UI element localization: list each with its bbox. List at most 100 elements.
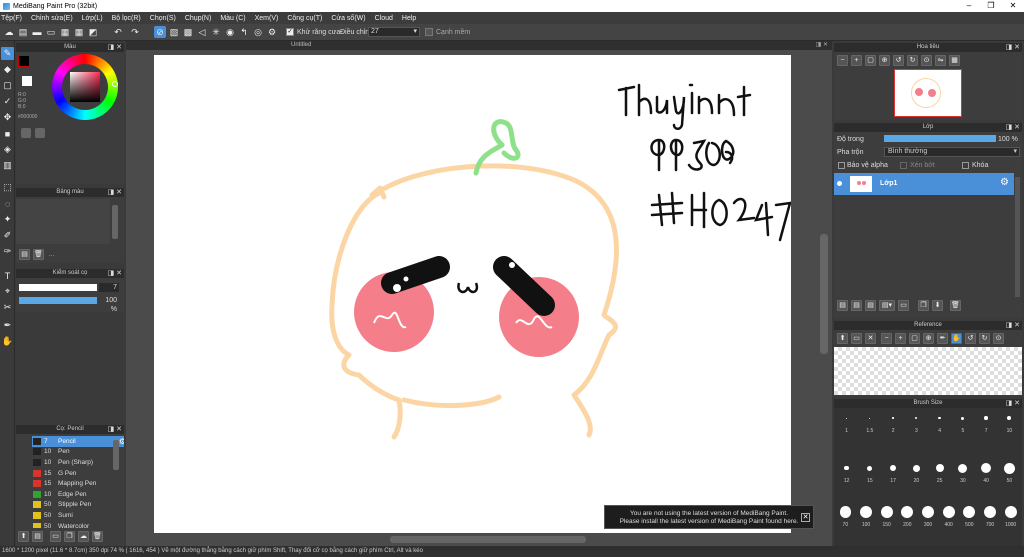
ref-hand-icon[interactable]: ✋	[951, 333, 962, 344]
brush-size-value[interactable]: 7	[99, 283, 119, 292]
nav-reset-icon[interactable]: ⊙	[921, 55, 932, 66]
cloud-icon[interactable]: ☁	[3, 26, 15, 38]
foreground-color-swatch[interactable]	[18, 55, 30, 67]
update-notice[interactable]: You are not using the latest version of …	[604, 505, 814, 529]
navigator-thumbnail[interactable]	[894, 69, 962, 117]
layer-row[interactable]: Lớp1 ⚙	[834, 173, 1014, 195]
brush-size-dot[interactable]	[846, 417, 848, 419]
merge-layer-icon[interactable]: ⬇	[932, 300, 943, 311]
brush-size-dot[interactable]	[1003, 462, 1015, 474]
brush-cloud-icon[interactable]: ☁	[78, 531, 89, 542]
drawing-canvas[interactable]	[154, 55, 792, 533]
brush-copy-icon[interactable]: ❐	[64, 531, 75, 542]
brush-list-item[interactable]: 7 Pencil ⚙	[32, 436, 124, 447]
brush-list-item[interactable]: 10 Pen (Sharp)	[32, 457, 124, 468]
new-layer-menu-icon[interactable]: ▤▾	[879, 300, 895, 311]
add-palette-icon[interactable]: ▤	[19, 249, 30, 260]
nav-rotate-left-icon[interactable]: ↺	[893, 55, 904, 66]
redo-icon[interactable]: ↷	[129, 26, 141, 38]
brush-size-dot[interactable]	[958, 463, 968, 473]
brush-size-dot[interactable]	[860, 506, 872, 518]
saturation-square[interactable]	[70, 72, 100, 102]
minimize-button[interactable]: –	[958, 0, 980, 12]
parallel-snap-icon[interactable]: ▧	[168, 26, 180, 38]
brush-size-dot[interactable]	[869, 417, 871, 419]
antialias-checkbox[interactable]: ✓	[286, 28, 294, 36]
brush-folder-icon[interactable]: ▭	[50, 531, 61, 542]
menu-view[interactable]: Xem(V)	[255, 15, 279, 22]
ruler-icon[interactable]: ◩	[87, 26, 99, 38]
brush-size-dot[interactable]	[961, 416, 965, 420]
menu-cloud[interactable]: Cloud	[375, 15, 393, 22]
palette-scrollbar[interactable]	[112, 205, 118, 239]
color-eyedrop-icon[interactable]	[35, 128, 45, 138]
adjust-dropdown[interactable]: 27 ▾	[368, 27, 420, 37]
close-window-button[interactable]: ✕	[1002, 0, 1024, 12]
brush-size-dot[interactable]	[844, 465, 849, 471]
palette-more[interactable]: …	[48, 251, 55, 258]
layer-opacity-slider[interactable]	[884, 135, 996, 142]
protect-alpha-checkbox[interactable]	[838, 162, 845, 169]
eyedropper-icon[interactable]: ✒	[1, 319, 14, 332]
brush-opacity-slider[interactable]	[19, 297, 97, 304]
new-icon[interactable]: ▤	[17, 26, 29, 38]
brush-size-dot[interactable]	[890, 465, 897, 471]
eye-icon[interactable]	[837, 181, 842, 186]
ref-rotate-left-icon[interactable]: ↺	[965, 333, 976, 344]
brush-settings-icon[interactable]: ⚙	[119, 437, 124, 446]
delete-palette-icon[interactable]: 🗑	[33, 249, 44, 260]
select-pen-icon[interactable]: ✓	[1, 95, 14, 108]
canvas-horizontal-scrollbar[interactable]	[390, 536, 586, 543]
nav-fit-icon[interactable]: ▢	[865, 55, 876, 66]
lasso-tool-icon[interactable]: ◌	[1, 197, 14, 210]
brush-size-dot[interactable]	[984, 416, 988, 420]
eraser-tool-icon[interactable]: ◆	[1, 63, 14, 76]
ref-rotate-right-icon[interactable]: ↻	[979, 333, 990, 344]
document-tab[interactable]: Untitled ◨ ✕	[126, 41, 832, 50]
new-layer-1bit-icon[interactable]: ▤	[865, 300, 876, 311]
lock-checkbox[interactable]	[962, 162, 969, 169]
canvas-vertical-scrollbar[interactable]	[820, 234, 828, 354]
brush-size-dot[interactable]	[1004, 506, 1017, 518]
text-icon[interactable]: ▭	[45, 26, 57, 38]
ref-reset-icon[interactable]: ⊙	[993, 333, 1004, 344]
brush-list-item[interactable]: 10 Pen	[32, 447, 124, 458]
background-color-swatch[interactable]	[22, 76, 32, 86]
nav-actual-icon[interactable]: ⊕	[879, 55, 890, 66]
ref-zoom-in-icon[interactable]: +	[895, 333, 906, 344]
settings-snap-icon[interactable]: ⚙	[266, 26, 278, 38]
radial-snap-icon[interactable]: ✳	[210, 26, 222, 38]
brush-size-dot[interactable]	[901, 506, 914, 518]
divide-tool-icon[interactable]: ✂	[1, 301, 14, 314]
brush-size-dot[interactable]	[912, 464, 920, 472]
brush-size-dot[interactable]	[935, 464, 944, 472]
brush-list-item[interactable]: 10 Edge Pen	[32, 489, 124, 500]
delete-layer-icon[interactable]: 🗑	[950, 300, 961, 311]
layer-folder-icon[interactable]: ▭	[898, 300, 909, 311]
dot-tool-icon[interactable]: ▢	[1, 79, 14, 92]
no-snap-icon[interactable]: ⊘	[154, 26, 166, 38]
gradient-tool-icon[interactable]: ▥	[1, 159, 14, 172]
brush-size-dot[interactable]	[880, 506, 893, 518]
add-brush-icon[interactable]: ⬆	[18, 531, 29, 542]
operation-tool-icon[interactable]: ⌖	[1, 285, 14, 298]
soft-edge-checkbox[interactable]	[425, 28, 433, 36]
menu-snap[interactable]: Chụp(N)	[185, 15, 211, 22]
new-layer-icon[interactable]: ▤	[837, 300, 848, 311]
brush-size-dot[interactable]	[892, 417, 894, 419]
menu-tools[interactable]: Công cụ(T)	[287, 15, 322, 22]
menu-select[interactable]: Chọn(S)	[150, 15, 176, 22]
nav-menu-icon[interactable]: ▦	[949, 55, 960, 66]
share-icon[interactable]: ▦	[59, 26, 71, 38]
brush-size-dot[interactable]	[963, 506, 976, 518]
hue-wheel[interactable]	[52, 54, 118, 120]
select-pen-tool-icon[interactable]: ✐	[1, 229, 14, 242]
menu-edit[interactable]: Chỉnh sửa(E)	[31, 15, 73, 22]
ref-upload-icon[interactable]: ⬆	[837, 333, 848, 344]
brush-size-dot[interactable]	[984, 506, 996, 518]
nav-zoom-in-icon[interactable]: +	[851, 55, 862, 66]
duplicate-layer-icon[interactable]: ❐	[918, 300, 929, 311]
fill-tool-icon[interactable]: ◈	[1, 143, 14, 156]
layer-settings-icon[interactable]: ⚙	[1000, 177, 1009, 188]
shape-tool-icon[interactable]: ■	[1, 127, 14, 140]
